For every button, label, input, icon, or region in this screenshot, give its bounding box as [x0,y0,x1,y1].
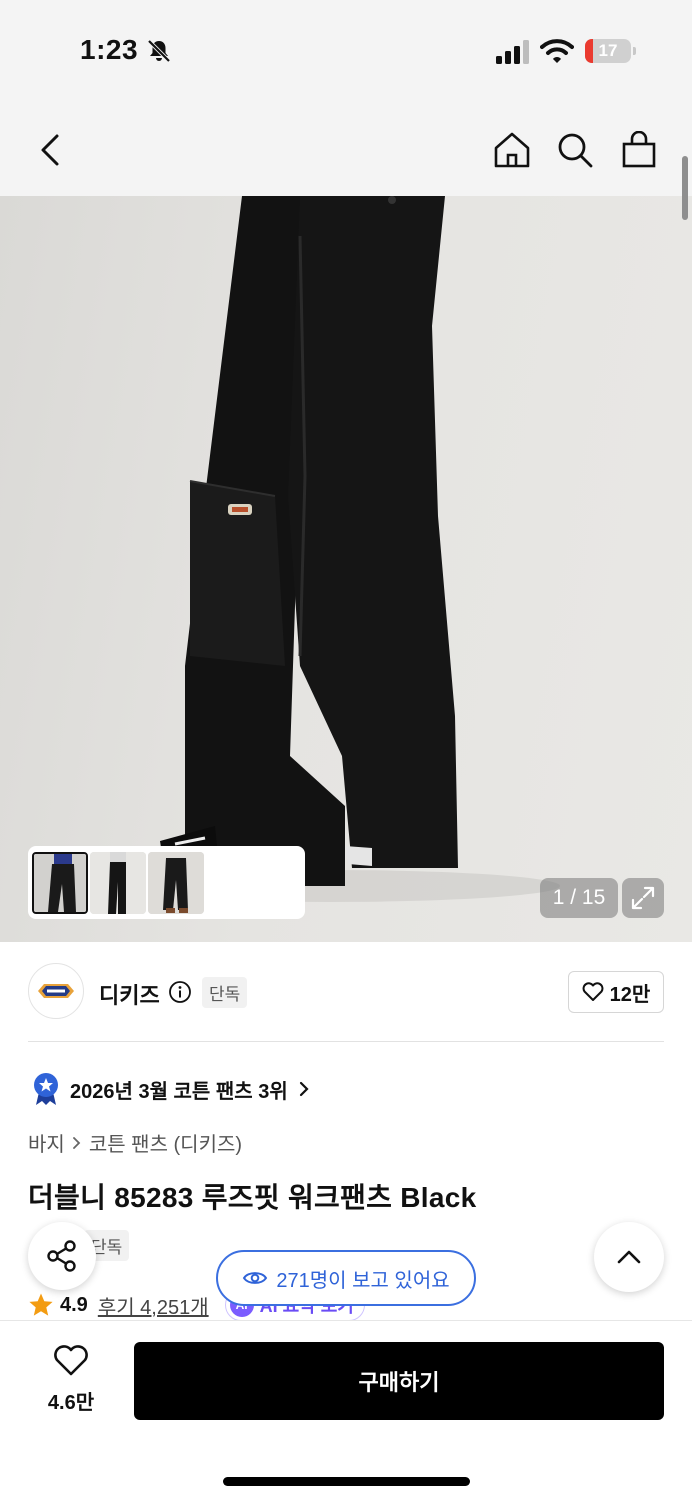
bell-muted-icon [147,39,171,63]
breadcrumb-item[interactable]: 바지 [28,1128,65,1157]
search-button[interactable] [551,126,599,174]
reviews-link[interactable]: 후기 4,251개 [98,1291,209,1320]
brand-name[interactable]: 디키즈 [99,978,160,1010]
brand-like-button[interactable]: 12만 [568,971,664,1013]
eye-icon [243,1272,268,1284]
search-icon [558,133,593,168]
status-time: 1:23 [80,34,139,65]
ranking-medal-icon [34,1073,58,1105]
chevron-right-icon [299,1081,309,1097]
breadcrumb: 바지 코튼 팬츠 (디키즈) [28,1128,242,1157]
nav-bar [0,100,692,196]
signal-icon [496,40,529,64]
home-button[interactable] [488,126,536,174]
bottom-action-bar: 4.6만 구매하기 [0,1320,692,1500]
heart-icon [582,982,604,1001]
thumbnail-strip [28,846,305,919]
live-viewers-badge: 271명이 보고 있어요 [216,1250,476,1306]
wifi-icon [540,39,574,63]
thumbnail-image [148,851,204,914]
star-icon [29,1293,53,1316]
thumbnail-image [90,851,146,914]
live-viewers-text: 271명이 보고 있어요 [276,1269,450,1292]
share-button[interactable] [28,1222,96,1290]
battery-icon: 17 [585,39,631,63]
fullscreen-button[interactable] [622,878,664,918]
ranking-text: 2026년 3월 코튼 팬츠 3위 [70,1080,288,1103]
back-button[interactable] [26,126,74,174]
product-image-carousel[interactable]: 1 / 15 [0,196,692,942]
ranking-link[interactable]: 2026년 3월 코튼 팬츠 3위 [32,1072,310,1106]
dickies-logo [38,984,74,998]
status-bar: 1:23 17 [0,0,692,100]
wishlist-count: 4.6만 [47,1392,95,1414]
chevron-up-icon [617,1250,641,1264]
home-icon [494,132,530,168]
home-indicator [223,1477,470,1486]
scrollbar[interactable] [682,156,688,220]
chevron-right-icon [72,1136,81,1149]
brand-row: 디키즈 단독 12만 [28,963,664,1021]
brand-like-count: 12만 [609,983,651,1006]
exclusive-badge: 단독 [202,977,248,1008]
info-icon[interactable] [168,980,192,1004]
thumbnail-2[interactable] [90,851,146,914]
divider [28,1041,664,1042]
thumbnail-1[interactable] [32,851,88,914]
heart-icon [54,1345,88,1376]
rating-value: 4.9 [60,1293,88,1316]
buy-button[interactable]: 구매하기 [134,1342,664,1420]
image-counter: 1 / 15 [540,878,618,918]
product-photo [100,196,560,902]
cart-button[interactable] [615,126,663,174]
thumbnail-3[interactable] [148,851,204,914]
product-title: 더블니 85283 루즈핏 워크팬츠 Black [28,1182,477,1213]
wishlist-button[interactable]: 4.6만 [36,1345,106,1415]
share-icon [47,1240,76,1272]
expand-icon [631,886,655,910]
scroll-to-top-button[interactable] [594,1222,664,1292]
shopping-bag-icon [622,131,656,168]
battery-nub [633,47,636,55]
breadcrumb-item[interactable]: 코튼 팬츠 (디키즈) [89,1128,242,1157]
thumbnail-image [34,853,86,912]
brand-logo[interactable] [28,963,84,1019]
chevron-left-icon [41,134,59,166]
battery-percent: 17 [598,41,618,60]
